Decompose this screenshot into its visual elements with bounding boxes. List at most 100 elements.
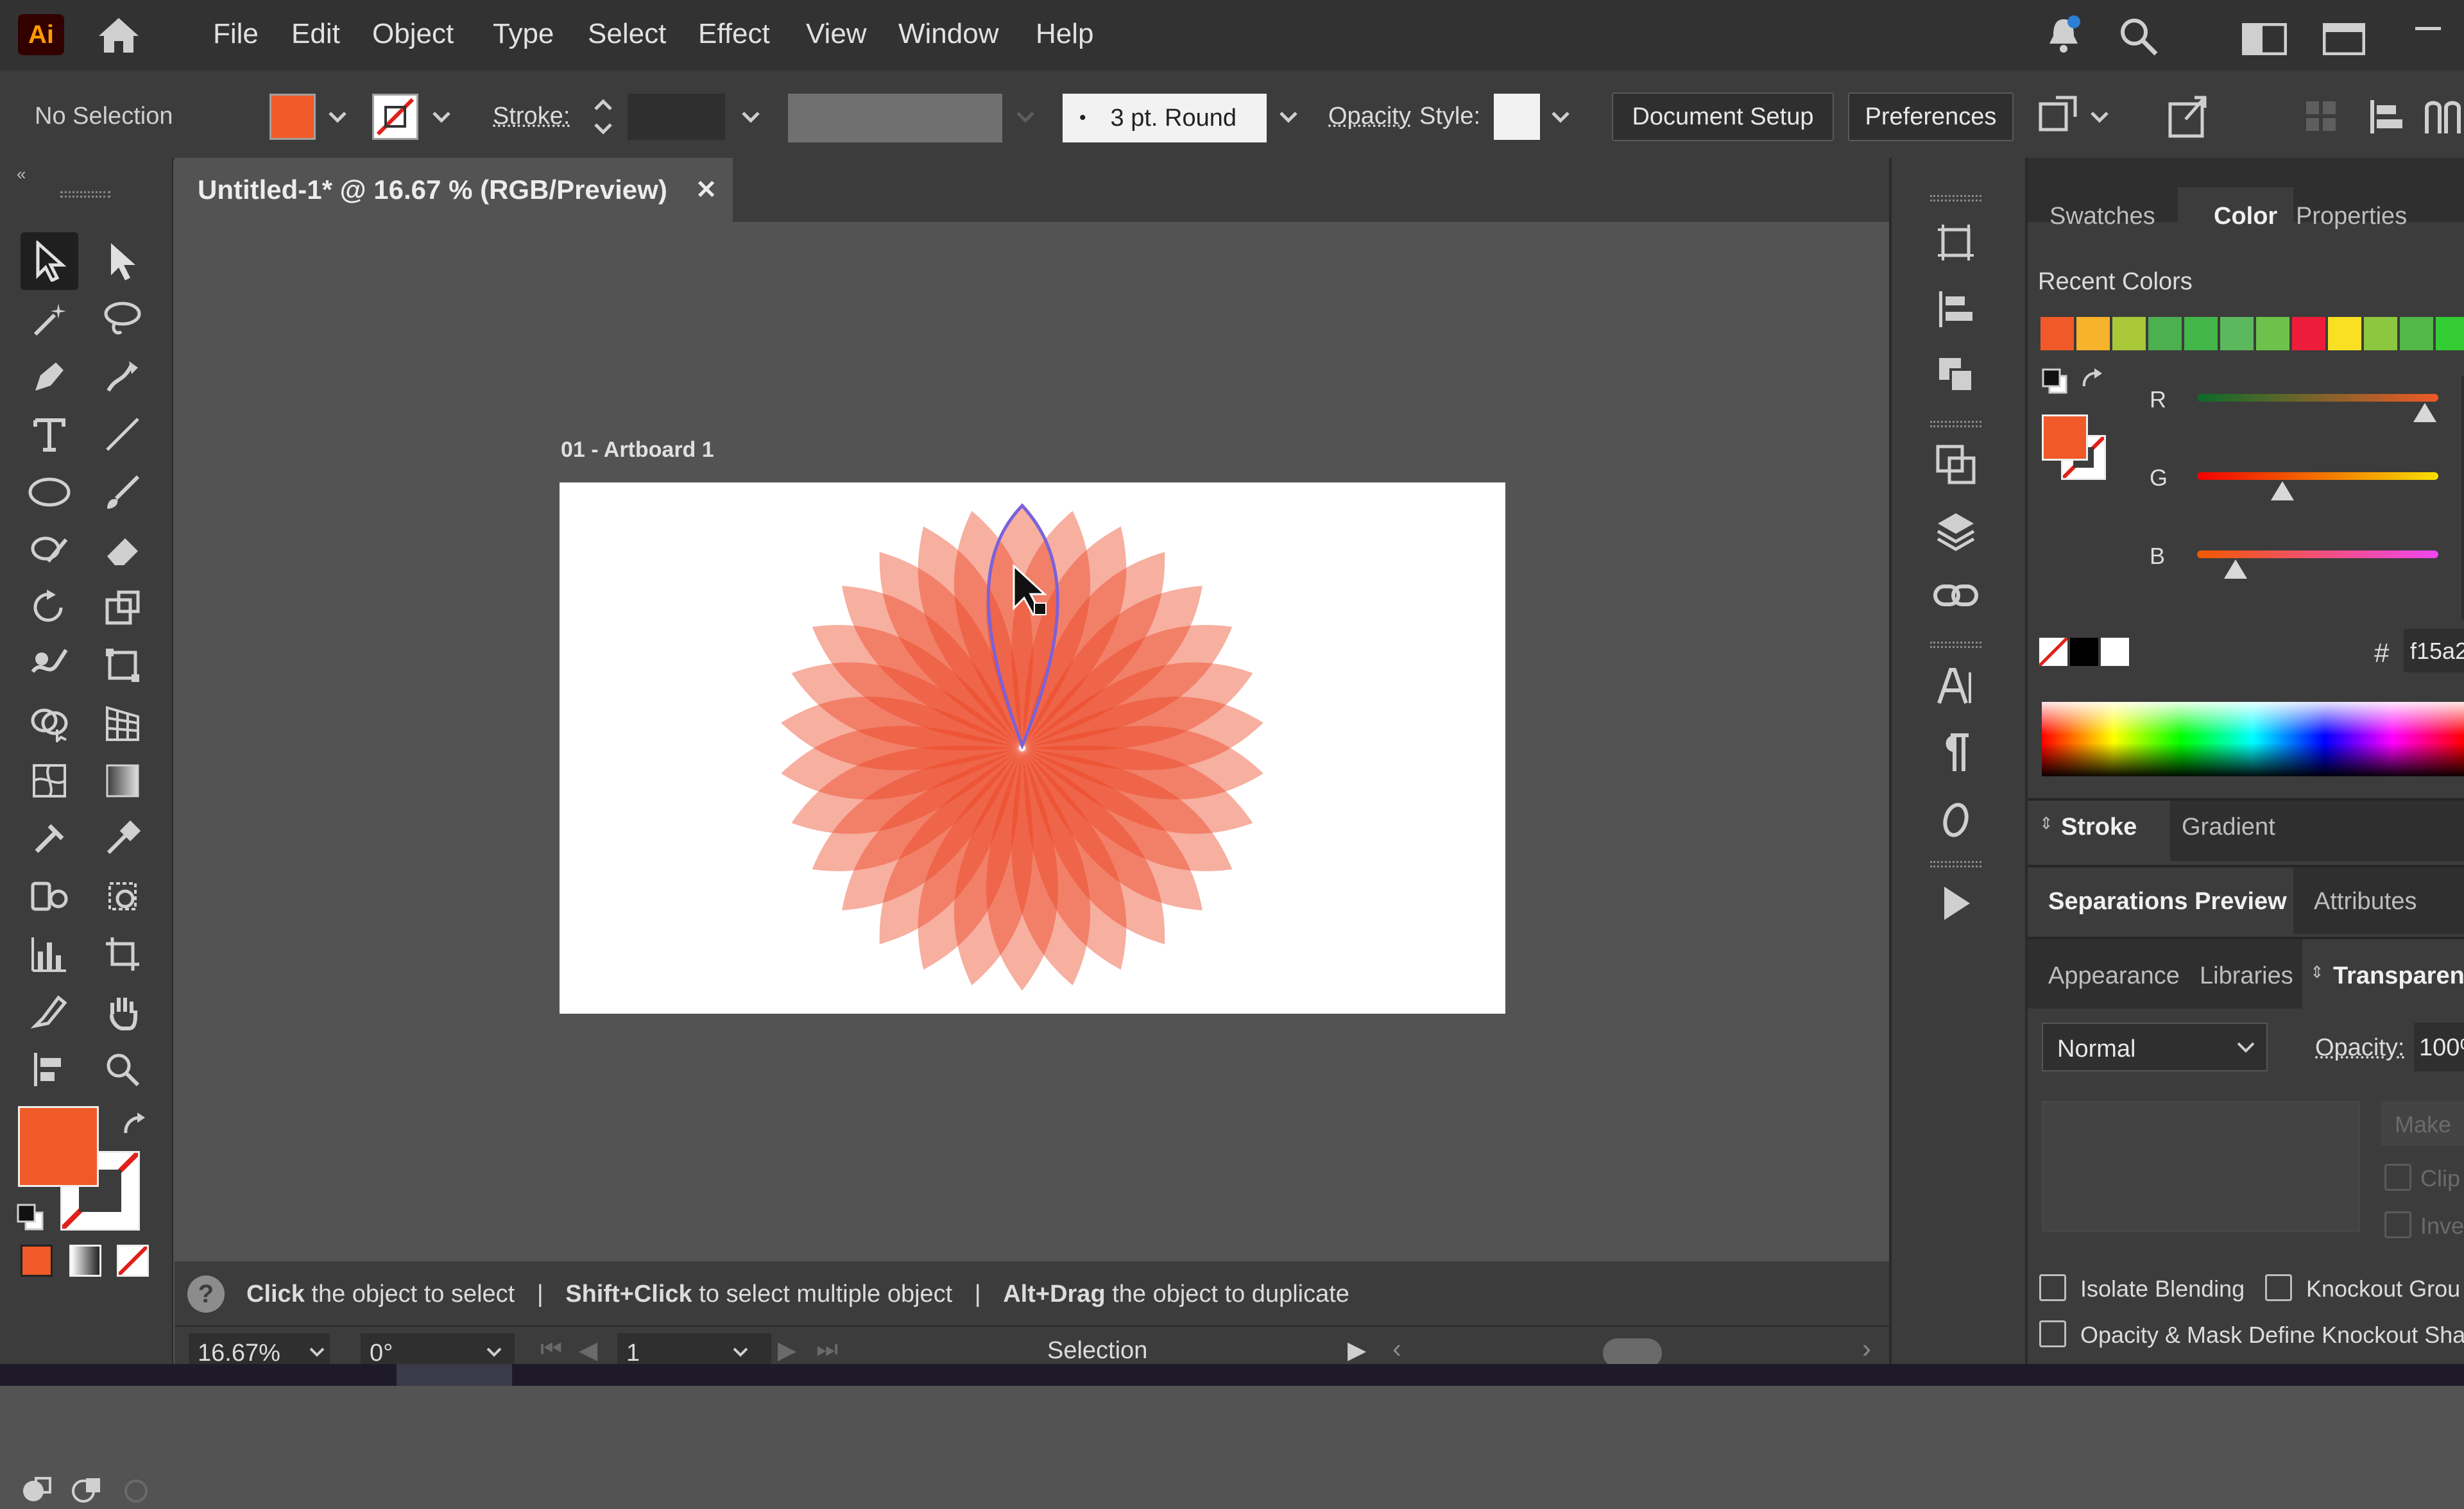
gradient-mode-button[interactable] [69, 1245, 101, 1277]
recent-color-swatch[interactable] [2292, 317, 2325, 350]
align-panel-icon[interactable] [1935, 289, 1976, 330]
status-menu-arrow-icon[interactable]: ▶ [1348, 1336, 1366, 1365]
recent-color-swatch[interactable] [2400, 317, 2433, 350]
hex-input[interactable]: f15a2 [2404, 629, 2464, 672]
quick-export-icon[interactable] [2166, 91, 2211, 140]
symbol-sprayer-tool[interactable] [21, 867, 78, 925]
swap-icon[interactable] [2079, 367, 2107, 395]
perspective-grid-tool[interactable] [94, 694, 151, 752]
transparency-opacity-label[interactable]: Opacity: [2315, 1034, 2404, 1062]
opacity-label[interactable]: Opacity [1328, 103, 1411, 130]
workspace-switcher-icon[interactable] [2242, 23, 2287, 55]
align-left-icon[interactable] [2368, 98, 2406, 136]
transform-icon[interactable] [2034, 94, 2079, 139]
stroke-weight-field[interactable] [628, 94, 725, 140]
scale-tool[interactable] [94, 579, 151, 636]
menu-select[interactable]: Select [588, 18, 666, 50]
artboards-panel-icon[interactable] [1935, 222, 1976, 263]
slice-tool[interactable] [21, 983, 78, 1041]
flower-artwork[interactable] [560, 482, 1505, 1014]
menu-view[interactable]: View [806, 18, 867, 50]
color-mode-button[interactable] [21, 1245, 53, 1277]
next-artboard-icon[interactable]: ▶ [778, 1336, 796, 1365]
scroll-left-icon[interactable]: ‹ [1392, 1333, 1401, 1364]
pathfinder-panel-icon[interactable] [1935, 354, 1976, 395]
links-panel-icon[interactable] [1933, 579, 1979, 612]
tab-attributes[interactable]: Attributes [2314, 888, 2417, 916]
shaper-tool[interactable] [21, 521, 78, 579]
transform-panel-icon[interactable] [1935, 444, 1976, 485]
grip-icon[interactable] [1930, 195, 1981, 201]
menu-edit[interactable]: Edit [291, 18, 340, 50]
knockout-group-checkbox[interactable] [2265, 1274, 2292, 1301]
grip-icon[interactable] [1930, 642, 1981, 648]
last-artboard-icon[interactable]: ⏭ [816, 1336, 838, 1363]
character-panel-icon[interactable] [1935, 666, 1976, 707]
recent-color-swatch[interactable] [2041, 317, 2074, 350]
chevron-down-icon[interactable] [1548, 104, 1573, 130]
fill-stroke-toggle-icon[interactable] [2041, 367, 2069, 395]
chevron-down-icon[interactable] [325, 104, 350, 130]
blue-slider-track[interactable] [2197, 550, 2438, 558]
stroke-color-swatch[interactable] [372, 94, 418, 140]
minimize-window-button[interactable] [2415, 27, 2441, 30]
red-slider-track[interactable] [2197, 394, 2438, 402]
zoom-tool[interactable] [94, 1041, 151, 1098]
ellipse-tool[interactable] [21, 463, 78, 521]
warp-tool[interactable] [21, 636, 78, 694]
collapse-toolbar-handle[interactable]: « [17, 164, 26, 184]
draw-inside-icon[interactable] [118, 1473, 154, 1509]
chevron-down-icon[interactable] [1276, 104, 1301, 130]
paintbrush-tool[interactable] [94, 463, 151, 521]
menu-file[interactable]: File [213, 18, 259, 50]
close-tab-button[interactable]: ✕ [696, 175, 717, 205]
blue-slider-thumb[interactable] [2223, 558, 2248, 580]
recent-color-swatch[interactable] [2256, 317, 2289, 350]
notification-bell-icon[interactable] [2044, 14, 2083, 56]
artboard[interactable] [560, 482, 1505, 1014]
recent-color-swatch[interactable] [2220, 317, 2254, 350]
stroke-weight-stepper[interactable] [584, 92, 622, 141]
line-segment-tool[interactable] [94, 405, 151, 463]
eraser-tool[interactable] [94, 521, 151, 579]
eyedropper-tool[interactable] [21, 810, 78, 867]
tab-separations-preview[interactable]: Separations Preview [2048, 888, 2287, 916]
transparency-opacity-input[interactable]: 100% [2414, 1023, 2464, 1071]
grip-icon[interactable] [60, 191, 110, 198]
selection-tool[interactable] [21, 232, 78, 290]
current-tool-status[interactable]: Selection [1047, 1337, 1147, 1365]
type-tool[interactable] [21, 405, 78, 463]
document-tab[interactable]: Untitled-1* @ 16.67 % (RGB/Preview) ✕ [175, 158, 733, 222]
document-setup-button[interactable]: Document Setup [1612, 92, 1834, 141]
preferences-button[interactable]: Preferences [1848, 92, 2014, 141]
rotate-tool[interactable] [21, 579, 78, 636]
curvature-tool[interactable] [94, 348, 151, 405]
column-graph-tool[interactable] [21, 925, 78, 983]
free-transform-tool[interactable] [94, 636, 151, 694]
layers-panel-icon[interactable] [1935, 511, 1976, 552]
tab-appearance[interactable]: Appearance [2048, 962, 2180, 990]
shape-builder-tool[interactable] [21, 694, 78, 752]
recent-color-swatch[interactable] [2076, 317, 2110, 350]
variable-width-profile[interactable] [788, 94, 1002, 142]
default-fill-stroke-icon[interactable] [15, 1202, 46, 1233]
black-color-swatch[interactable] [2070, 638, 2098, 666]
invert-mask-checkbox[interactable] [2384, 1211, 2411, 1238]
previous-artboard-icon[interactable]: ◀ [579, 1336, 597, 1365]
recent-color-swatch[interactable] [2184, 317, 2218, 350]
color-spectrum[interactable] [2042, 702, 2464, 776]
eyedropper-tool-2[interactable] [94, 810, 151, 867]
green-slider-track[interactable] [2197, 472, 2438, 480]
chevron-down-icon[interactable] [2234, 1036, 2257, 1059]
menu-type[interactable]: Type [493, 18, 554, 50]
isolate-blending-checkbox[interactable] [2039, 1274, 2066, 1301]
hand-tool[interactable] [94, 983, 151, 1041]
taskbar-active-app[interactable] [397, 1364, 512, 1386]
recent-color-swatch[interactable] [2364, 317, 2397, 350]
magic-wand-tool[interactable] [21, 290, 78, 348]
mesh-tool[interactable] [21, 752, 78, 810]
chevron-down-icon[interactable] [307, 1342, 327, 1363]
align-top-icon[interactable] [2423, 98, 2461, 136]
opentype-panel-icon[interactable] [1939, 799, 1972, 840]
gradient-tool[interactable] [94, 752, 151, 810]
